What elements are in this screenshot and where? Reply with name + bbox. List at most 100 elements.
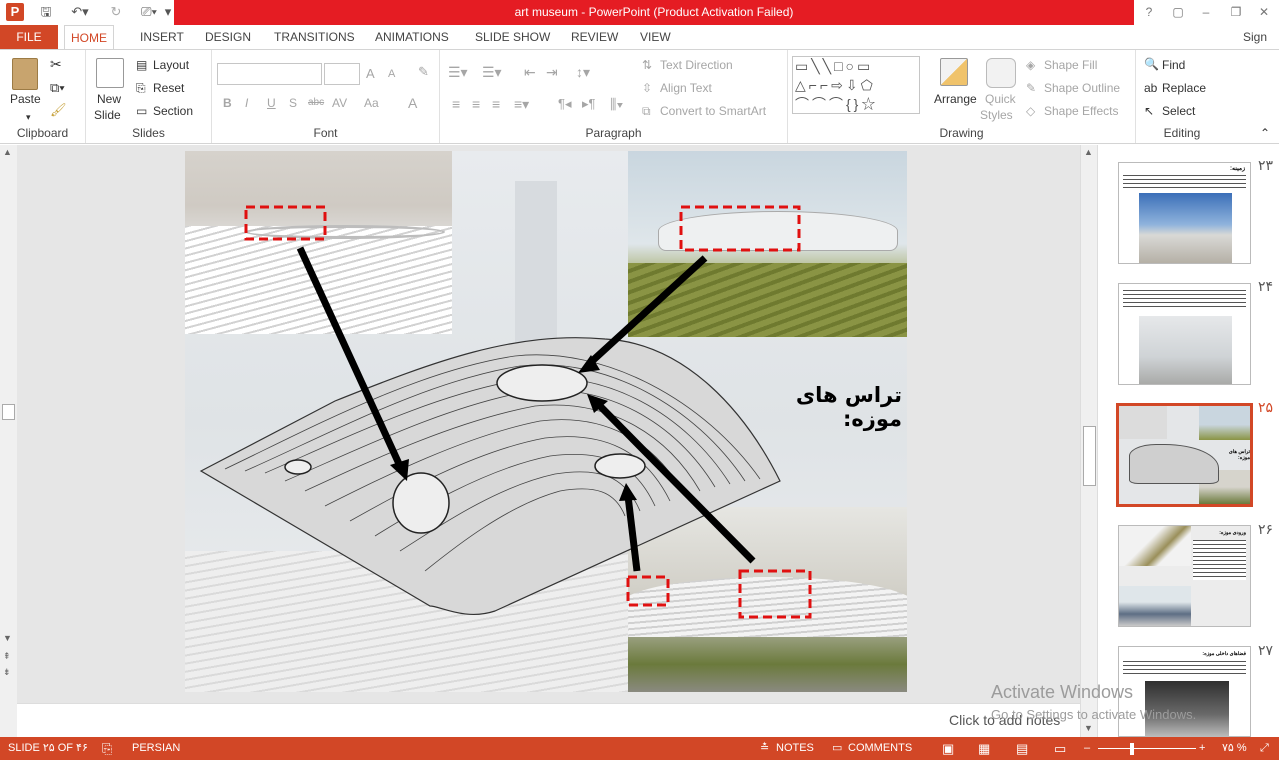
decrease-indent-icon[interactable]: ⇤ <box>524 64 536 81</box>
tab-animations[interactable]: ANIMATIONS <box>369 25 455 50</box>
bullets-icon[interactable]: ☰▾ <box>448 64 468 81</box>
line-spacing-icon[interactable]: ↕▾ <box>576 64 590 81</box>
editor-scroll-down-icon[interactable]: ▼ <box>1084 723 1093 733</box>
justify-icon[interactable]: ≡▾ <box>514 96 529 113</box>
sign-in-link[interactable]: Sign in <box>1237 25 1279 69</box>
layout-button[interactable]: Layout <box>153 58 189 72</box>
reset-icon[interactable]: ⎘ <box>136 81 146 96</box>
section-button[interactable]: Section <box>153 104 193 118</box>
shrink-font-icon[interactable]: A <box>388 68 395 80</box>
tab-transitions[interactable]: TRANSITIONS <box>268 25 361 50</box>
customize-qat-icon[interactable]: ▾ <box>162 3 174 21</box>
scroll-up-icon[interactable]: ▲ <box>3 147 12 157</box>
text-direction-icon[interactable]: ⇅ <box>642 58 652 72</box>
ltr-icon[interactable]: ▸¶ <box>582 96 596 112</box>
format-painter-icon[interactable]: 🖌 <box>50 102 67 118</box>
shape-fill-icon[interactable]: ◈ <box>1026 58 1035 72</box>
undo-icon[interactable]: ↶▾ <box>66 3 94 21</box>
font-name-combo[interactable] <box>217 63 322 85</box>
shape-fill-button[interactable]: Shape Fill <box>1044 58 1097 72</box>
replace-button[interactable]: Replace <box>1162 81 1206 95</box>
tab-design[interactable]: DESIGN <box>199 25 257 50</box>
tab-review[interactable]: REVIEW <box>565 25 624 50</box>
minimize-button[interactable]: – <box>1196 3 1216 21</box>
restore-button[interactable]: ❐ <box>1226 3 1246 21</box>
help-button[interactable]: ? <box>1139 3 1159 21</box>
shadow-button[interactable]: S <box>289 96 297 110</box>
quick-styles-icon[interactable] <box>986 58 1016 88</box>
language-indicator[interactable]: PERSIAN <box>132 737 180 760</box>
paste-button[interactable]: Paste <box>10 92 41 106</box>
replace-icon[interactable]: ab <box>1144 81 1157 95</box>
tab-home[interactable]: HOME <box>64 25 114 50</box>
notes-button[interactable]: NOTES <box>776 737 814 760</box>
slide-thumbnail[interactable]: ورودی موزه: <box>1118 525 1251 627</box>
smartart-icon[interactable]: ⧉ <box>642 104 651 119</box>
prev-slide-icon[interactable]: ⇞ <box>3 651 11 662</box>
align-right-icon[interactable]: ≡ <box>492 96 500 112</box>
align-center-icon[interactable]: ≡ <box>472 96 480 112</box>
shape-effects-icon[interactable]: ◇ <box>1026 104 1035 118</box>
current-slide[interactable]: تراس های موزه: <box>185 151 907 692</box>
char-spacing-button[interactable]: AV <box>332 96 347 110</box>
tab-slide-show[interactable]: SLIDE SHOW <box>469 25 556 50</box>
zoom-out-icon[interactable]: – <box>1084 737 1090 760</box>
shape-outline-button[interactable]: Shape Outline <box>1044 81 1120 95</box>
shape-outline-icon[interactable]: ✎ <box>1026 81 1036 95</box>
layout-icon[interactable]: ▤ <box>136 58 147 72</box>
align-text-icon[interactable]: ⇳ <box>642 81 652 95</box>
clear-formatting-icon[interactable]: ✎ <box>418 64 429 80</box>
redo-icon[interactable]: ↻ <box>106 3 126 21</box>
shapes-gallery[interactable]: ▭╲╲□○▭ △⌐⌐⇨⇩⬠ ⌒⌒⌒{}☆ <box>792 56 920 114</box>
arrange-icon[interactable] <box>940 58 968 86</box>
align-text-button[interactable]: Align Text <box>660 81 712 95</box>
spell-check-icon[interactable]: ⎘ <box>102 737 112 760</box>
select-icon[interactable]: ↖ <box>1144 104 1154 118</box>
slide-title[interactable]: تراس های موزه: <box>747 383 902 431</box>
cut-icon[interactable]: ✂ <box>50 56 62 73</box>
grow-font-icon[interactable]: A <box>366 66 375 81</box>
tab-view[interactable]: VIEW <box>634 25 677 50</box>
text-direction-button[interactable]: Text Direction <box>660 58 733 72</box>
slide-thumbnail[interactable]: زمینه: <box>1118 162 1251 264</box>
zoom-slider-track[interactable] <box>1098 748 1196 749</box>
left-scrollbar[interactable]: ▲ ▼ ⇞ ⇟ <box>0 145 17 737</box>
zoom-slider-thumb[interactable] <box>1130 743 1134 755</box>
quick-styles-label-1[interactable]: Quick <box>985 92 1016 106</box>
slide-thumbnail-selected[interactable]: تراس های موزه: <box>1116 403 1253 507</box>
rtl-icon[interactable]: ¶◂ <box>558 96 572 112</box>
slide-thumbnail[interactable] <box>1118 283 1251 385</box>
find-icon[interactable]: 🔍 <box>1144 57 1159 71</box>
paste-dropdown-icon[interactable]: ▾ <box>26 112 31 123</box>
contour-model-drawing[interactable] <box>185 151 907 692</box>
editor-scrollbar[interactable]: ▲ ▼ <box>1080 145 1097 737</box>
zoom-level[interactable]: ۷۵ % <box>1222 737 1247 760</box>
notes-icon[interactable]: ≛ <box>760 737 769 760</box>
font-size-combo[interactable] <box>324 63 360 85</box>
italic-button[interactable]: I <box>245 96 248 110</box>
quick-styles-label-2[interactable]: Styles <box>980 108 1013 122</box>
new-slide-label-2[interactable]: Slide <box>94 108 121 122</box>
bold-button[interactable]: B <box>223 96 232 110</box>
close-button[interactable]: ✕ <box>1254 3 1274 21</box>
slide-thumbnail[interactable]: فضاهای داخلی موزه: <box>1118 646 1251 737</box>
find-button[interactable]: Find <box>1162 58 1185 72</box>
scroll-down-icon[interactable]: ▼ <box>3 633 12 643</box>
slide-show-icon[interactable]: ▭ <box>1054 737 1066 760</box>
reading-view-icon[interactable]: ▤ <box>1016 737 1028 760</box>
tab-file[interactable]: FILE <box>0 25 58 50</box>
comments-icon[interactable]: ▭ <box>832 737 842 760</box>
next-slide-icon[interactable]: ⇟ <box>3 667 11 678</box>
zoom-in-icon[interactable]: + <box>1199 737 1205 760</box>
save-icon[interactable]: 🖫 <box>36 3 56 21</box>
collapse-ribbon-icon[interactable]: ⌃ <box>1260 126 1270 140</box>
comments-button[interactable]: COMMENTS <box>848 737 912 760</box>
increase-indent-icon[interactable]: ⇥ <box>546 64 558 81</box>
arrange-button[interactable]: Arrange <box>934 92 977 106</box>
normal-view-icon[interactable]: ▣ <box>942 737 954 760</box>
select-button[interactable]: Select <box>1162 104 1195 118</box>
paste-icon[interactable] <box>12 58 38 90</box>
new-slide-label-1[interactable]: New <box>97 92 121 106</box>
tab-insert[interactable]: INSERT <box>134 25 190 50</box>
reset-button[interactable]: Reset <box>153 81 184 95</box>
